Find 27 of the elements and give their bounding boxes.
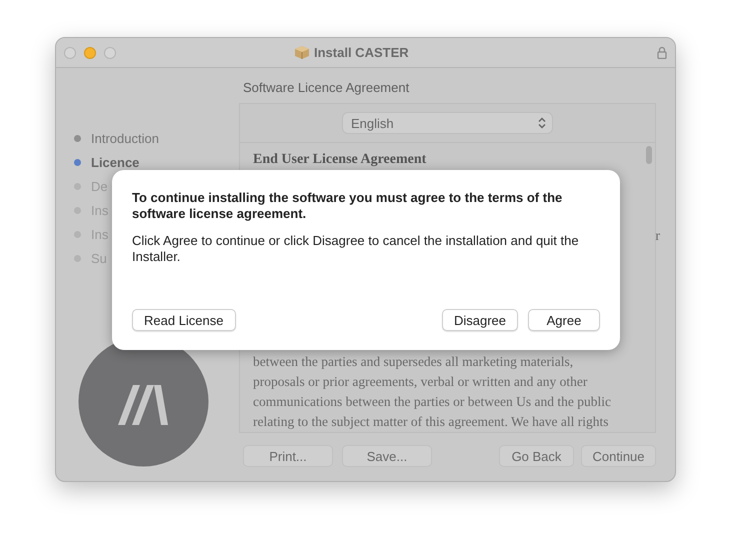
- license-text: relating to the subject matter of this agreement. We have all rights: [253, 413, 610, 431]
- package-icon: [294, 45, 310, 60]
- window-button[interactable]: Continue: [581, 445, 656, 467]
- license-text: r: [655, 229, 660, 245]
- alert-button[interactable]: Read License: [132, 309, 236, 331]
- lock-icon: [657, 46, 667, 59]
- license-text: communications between the parties or between Us and the public: [253, 393, 612, 411]
- page-heading: Software Licence Agreement: [243, 80, 410, 95]
- close-button[interactable]: [64, 46, 76, 58]
- license-text: between the parties and supersedes all marketing materials,: [253, 353, 574, 371]
- window-button[interactable]: Go Back: [499, 445, 574, 467]
- window-button[interactable]: Print...: [243, 445, 333, 467]
- alert-button[interactable]: Disagree: [442, 309, 518, 331]
- window-button[interactable]: Save...: [342, 445, 432, 467]
- alert-title: To continue installing the software you must agree to the terms of the software license agreement.: [132, 190, 564, 222]
- license-text: proposals or prior agreements, verbal or written and any other: [253, 373, 588, 391]
- zoom-button[interactable]: [104, 46, 116, 58]
- alert-message: Click Agree to continue or click Disagree to cancel the installation and quit the Installer.: [132, 233, 580, 265]
- window-title: Install CASTER: [314, 45, 409, 60]
- scrollbar-thumb[interactable]: [646, 146, 652, 164]
- license-text: End User License Agreement: [253, 151, 428, 169]
- minimize-button[interactable]: [84, 46, 96, 58]
- chevron-icon: [538, 117, 546, 129]
- step-label: Introduction: [91, 130, 159, 146]
- step-label: Licence: [91, 154, 140, 170]
- language-popup[interactable]: English: [342, 112, 553, 134]
- alert-button[interactable]: Agree: [528, 309, 600, 331]
